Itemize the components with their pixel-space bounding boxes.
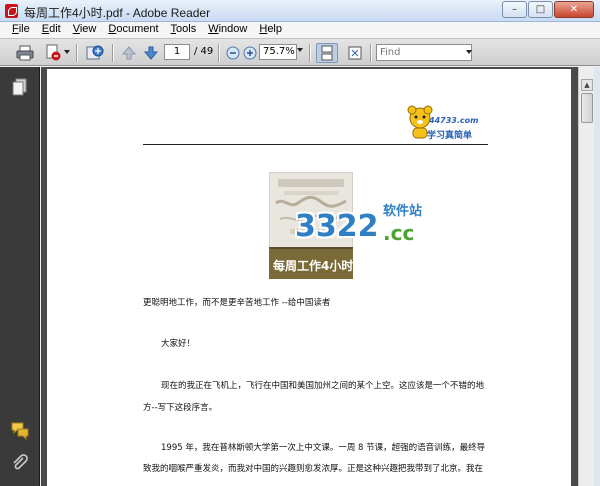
menu-help[interactable]: Help (253, 22, 288, 38)
fit-page-icon (348, 46, 362, 60)
body-line: 更聪明地工作，而不是更辛苦地工作 --给中国读者 (143, 298, 331, 308)
share-dropdown-arrow-icon[interactable] (64, 50, 70, 54)
collaborate-button[interactable] (84, 43, 106, 63)
toolbar: 1 / 49 75.7% Find (0, 38, 600, 66)
watermark-domain: .cc (383, 221, 415, 245)
minimize-button[interactable]: – (502, 1, 527, 18)
fit-page-button[interactable] (344, 43, 366, 63)
previous-page-button[interactable] (118, 43, 140, 63)
header-logo-domain: 44733.com (429, 116, 479, 125)
paperclip-icon (13, 454, 28, 470)
collaborate-icon (86, 45, 104, 60)
title-bar: 每周工作4小时.pdf - Adobe Reader – □ ✕ (0, 0, 600, 22)
menu-window[interactable]: Window (202, 22, 253, 38)
pages-thumbnail-button[interactable] (10, 77, 30, 97)
cover-title-band: 每周工作4小时 (269, 247, 353, 279)
window-controls: – □ ✕ (502, 1, 594, 18)
attachments-button[interactable] (10, 453, 30, 473)
zoom-in-icon (243, 46, 257, 60)
scroll-up-arrow-icon[interactable]: ▲ (581, 79, 593, 91)
page-total: / 49 (194, 46, 214, 57)
body-line: 1995 年，我在普林斯顿大学第一次上中文课。一周 8 节课，超强的语音训练，最… (161, 443, 486, 453)
next-page-button[interactable] (140, 43, 162, 63)
arrow-down-icon (143, 46, 159, 60)
single-page-scroll-icon (321, 45, 333, 61)
close-button[interactable]: ✕ (554, 1, 594, 18)
vertical-scrollbar[interactable]: ▲ (578, 67, 594, 486)
menu-edit[interactable]: Edit (36, 22, 67, 38)
printer-icon (16, 45, 34, 61)
document-view[interactable]: 44733.com 学习真简单 每周工作4小时 3322 .cc 软件站 更聪明… (41, 67, 578, 486)
zoom-out-icon (226, 46, 240, 60)
header-rule (143, 144, 488, 145)
window-title: 每周工作4小时.pdf - Adobe Reader (24, 6, 211, 20)
scrollbar-thumb[interactable] (581, 93, 593, 123)
arrow-up-icon (121, 46, 137, 60)
comments-icon (11, 422, 29, 441)
watermark-site-name: 软件站 (383, 204, 423, 219)
body-line: 方--写下这段序言。 (143, 403, 218, 413)
maximize-button[interactable]: □ (528, 1, 553, 18)
menu-file[interactable]: File (6, 22, 36, 38)
watermark-number: 3322 (295, 209, 379, 244)
page-number-input[interactable]: 1 (164, 44, 190, 60)
find-input[interactable]: Find (376, 44, 472, 61)
find-dropdown-arrow-icon[interactable] (466, 50, 472, 54)
body-line: 致我的咽喉严重发炎，而我对中国的兴趣则愈发浓厚。正是这种兴趣把我带到了北京。我在 (143, 464, 484, 474)
body-line: 大家好！ (161, 339, 196, 349)
scrolling-mode-button[interactable] (316, 43, 338, 63)
body-line: 现在的我正在飞机上，飞行在中国和美国加州之间的某个上空。这应该是一个不错的地 (161, 381, 485, 391)
window-border (594, 67, 600, 486)
adobe-reader-icon (5, 4, 18, 18)
pdf-page: 44733.com 学习真简单 每周工作4小时 3322 .cc 软件站 更聪明… (47, 69, 571, 486)
zoom-in-button[interactable] (239, 43, 261, 63)
menu-view[interactable]: View (67, 22, 103, 38)
header-logo-slogan: 学习真简单 (427, 131, 473, 141)
pages-icon (12, 78, 27, 96)
comments-button[interactable] (10, 420, 30, 441)
navigation-panel (0, 67, 40, 486)
menu-tools[interactable]: Tools (165, 22, 203, 38)
menu-document[interactable]: Document (102, 22, 164, 38)
document-share-icon (46, 44, 61, 61)
share-button[interactable] (42, 43, 64, 63)
zoom-dropdown-arrow-icon[interactable] (297, 48, 303, 52)
cover-title: 每周工作4小时 (273, 259, 354, 273)
print-button[interactable] (14, 43, 36, 63)
zoom-level-field[interactable]: 75.7% (259, 44, 297, 60)
menu-bar: File Edit View Document Tools Window Hel… (0, 22, 600, 38)
